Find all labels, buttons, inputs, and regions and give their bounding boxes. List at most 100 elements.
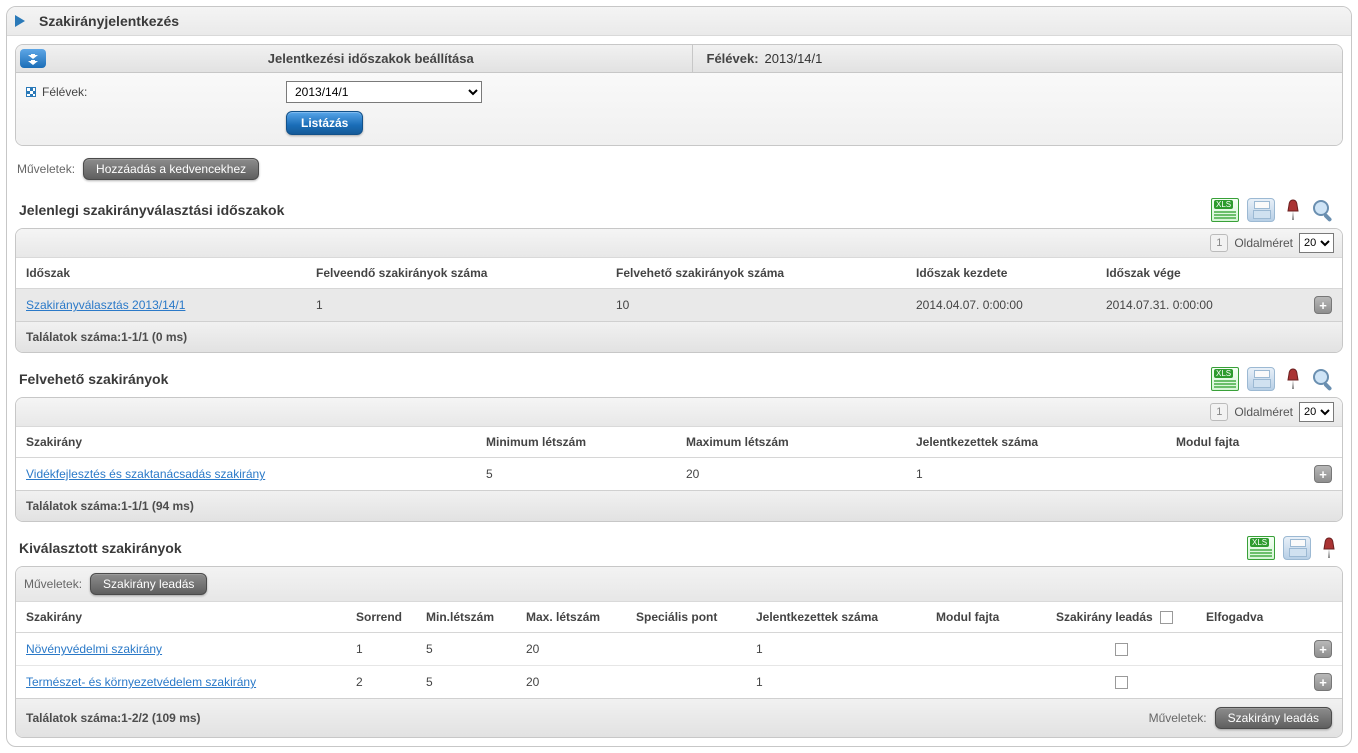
filter-header-semester-label: Félévek: bbox=[707, 51, 759, 66]
selected-inner-actions: Műveletek: Szakirány leadás bbox=[16, 567, 1342, 602]
cell: 20 bbox=[516, 633, 626, 666]
col-max[interactable]: Max. létszám bbox=[516, 602, 626, 633]
row-expand-button[interactable]: + bbox=[1314, 640, 1332, 658]
col-order[interactable]: Sorrend bbox=[346, 602, 416, 633]
row-checkbox[interactable] bbox=[1115, 643, 1128, 656]
col-spec[interactable]: Szakirány bbox=[16, 427, 476, 458]
list-button[interactable]: Listázás bbox=[286, 111, 363, 135]
col-special[interactable]: Speciális pont bbox=[626, 602, 746, 633]
spec-link[interactable]: Vidékfejlesztés és szaktanácsadás szakir… bbox=[26, 467, 265, 481]
col-accepted[interactable]: Elfogadva bbox=[1196, 602, 1304, 633]
col-applied[interactable]: Jelentkezettek száma bbox=[906, 427, 1166, 458]
section-periods: Jelenlegi szakirányválasztási időszakok … bbox=[15, 188, 1343, 353]
print-icon[interactable] bbox=[1283, 536, 1311, 560]
col-end[interactable]: Időszak vége bbox=[1096, 258, 1304, 289]
search-icon[interactable] bbox=[1311, 198, 1339, 222]
cell bbox=[626, 666, 746, 699]
filter-row-button: Listázás bbox=[26, 111, 1332, 135]
section-available-tools bbox=[1211, 367, 1339, 391]
xls-export-icon[interactable] bbox=[1247, 536, 1275, 560]
col-available[interactable]: Felvehető szakirányok száma bbox=[606, 258, 906, 289]
cell: 1 bbox=[346, 633, 416, 666]
footer-actions: Műveletek: Szakirány leadás bbox=[1149, 707, 1332, 729]
result-count: Találatok száma:1-2/2 (109 ms) bbox=[26, 711, 201, 725]
pin-icon[interactable] bbox=[1283, 367, 1303, 391]
selected-table: Szakirány Sorrend Min.létszám Max. létsz… bbox=[16, 602, 1342, 698]
section-selected-tools bbox=[1247, 536, 1339, 560]
page-number[interactable]: 1 bbox=[1210, 403, 1228, 421]
filter-header-semester-value: 2013/14/1 bbox=[765, 51, 823, 66]
xls-export-icon[interactable] bbox=[1211, 198, 1239, 222]
filter-row-semester: Félévek: 2013/14/1 bbox=[26, 81, 1332, 103]
col-min[interactable]: Min.létszám bbox=[416, 602, 516, 633]
top-actions: Műveletek: Hozzáadás a kedvencekhez bbox=[15, 152, 1343, 184]
pagesize-select[interactable]: 20 bbox=[1299, 402, 1334, 422]
top-actions-label: Műveletek: bbox=[17, 162, 75, 176]
section-periods-header: Jelenlegi szakirányválasztási időszakok bbox=[15, 188, 1343, 228]
cell: 10 bbox=[606, 289, 906, 322]
pin-icon[interactable] bbox=[1283, 198, 1303, 222]
row-expand-button[interactable]: + bbox=[1314, 296, 1332, 314]
diamond-icon bbox=[26, 87, 36, 97]
cell bbox=[926, 633, 1046, 666]
drop-spec-button[interactable]: Szakirány leadás bbox=[90, 573, 207, 595]
xls-export-icon[interactable] bbox=[1211, 367, 1239, 391]
section-periods-tools bbox=[1211, 198, 1339, 222]
cell bbox=[1196, 666, 1304, 699]
cell: 20 bbox=[676, 458, 906, 491]
col-max[interactable]: Maximum létszám bbox=[676, 427, 906, 458]
col-drop[interactable]: Szakirány leadás bbox=[1046, 602, 1196, 633]
collapse-button[interactable] bbox=[20, 49, 46, 68]
cell: 20 bbox=[516, 666, 626, 699]
spec-link[interactable]: Növényvédelmi szakirány bbox=[26, 642, 162, 656]
page-number[interactable]: 1 bbox=[1210, 234, 1228, 252]
cell: 5 bbox=[476, 458, 676, 491]
cell: 5 bbox=[416, 633, 516, 666]
content: Jelentkezési időszakok beállítása Féléve… bbox=[7, 36, 1351, 738]
section-selected-title: Kiválasztott szakirányok bbox=[19, 540, 182, 556]
col-required[interactable]: Felveendő szakirányok száma bbox=[306, 258, 606, 289]
cell bbox=[1166, 458, 1304, 491]
col-module[interactable]: Modul fajta bbox=[926, 602, 1046, 633]
filter-label-text: Félévek: bbox=[42, 85, 87, 99]
pagesize-label: Oldalméret bbox=[1234, 236, 1293, 250]
col-action bbox=[1304, 602, 1342, 633]
periods-grid: 1 Oldalméret 20 Időszak Felveendő szakir… bbox=[15, 228, 1343, 353]
col-period[interactable]: Időszak bbox=[16, 258, 306, 289]
spec-link[interactable]: Természet- és környezetvédelem szakirány bbox=[26, 675, 256, 689]
cell bbox=[1196, 633, 1304, 666]
col-spec[interactable]: Szakirány bbox=[16, 602, 346, 633]
row-expand-button[interactable]: + bbox=[1314, 673, 1332, 691]
col-module[interactable]: Modul fajta bbox=[1166, 427, 1304, 458]
add-favorite-button[interactable]: Hozzáadás a kedvencekhez bbox=[83, 158, 259, 180]
select-all-checkbox[interactable] bbox=[1160, 611, 1173, 624]
row-expand-button[interactable]: + bbox=[1314, 465, 1332, 483]
cell: 1 bbox=[906, 458, 1166, 491]
col-min[interactable]: Minimum létszám bbox=[476, 427, 676, 458]
section-available: Felvehető szakirányok 1 Oldalméret 20 bbox=[15, 357, 1343, 522]
filter-body: Félévek: 2013/14/1 Listázás bbox=[16, 73, 1342, 145]
print-icon[interactable] bbox=[1247, 198, 1275, 222]
footer-actions-label: Műveletek: bbox=[1149, 711, 1207, 725]
cell: 1 bbox=[746, 666, 926, 699]
inner-actions-label: Műveletek: bbox=[24, 577, 82, 591]
semester-select[interactable]: 2013/14/1 bbox=[286, 81, 482, 103]
col-start[interactable]: Időszak kezdete bbox=[906, 258, 1096, 289]
search-icon[interactable] bbox=[1311, 367, 1339, 391]
cell: 2014.04.07. 0:00:00 bbox=[906, 289, 1096, 322]
period-link[interactable]: Szakirányválasztás 2013/14/1 bbox=[26, 298, 185, 312]
periods-grid-top: 1 Oldalméret 20 bbox=[16, 229, 1342, 258]
col-applied[interactable]: Jelentkezettek száma bbox=[746, 602, 926, 633]
table-row: Természet- és környezetvédelem szakirány… bbox=[16, 666, 1342, 699]
drop-spec-button-footer[interactable]: Szakirány leadás bbox=[1215, 707, 1332, 729]
pagesize-select[interactable]: 20 bbox=[1299, 233, 1334, 253]
col-action bbox=[1304, 258, 1342, 289]
row-checkbox[interactable] bbox=[1115, 676, 1128, 689]
pin-icon[interactable] bbox=[1319, 536, 1339, 560]
filter-header-title: Jelentkezési időszakok beállítása bbox=[50, 45, 693, 72]
print-icon[interactable] bbox=[1247, 367, 1275, 391]
section-available-header: Felvehető szakirányok bbox=[15, 357, 1343, 397]
main-frame: Szakirányjelentkezés Jelentkezési idősza… bbox=[6, 6, 1352, 747]
result-count: Találatok száma:1-1/1 (94 ms) bbox=[26, 499, 194, 513]
chevron-right-icon bbox=[15, 15, 25, 27]
